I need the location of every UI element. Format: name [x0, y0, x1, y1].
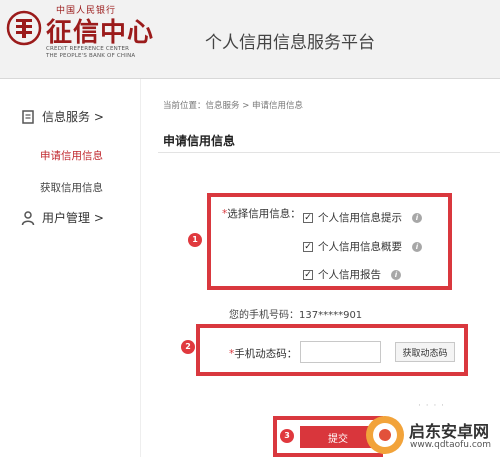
phone-number-row: 您的手机号码：137*****901: [229, 306, 362, 321]
option-label: 个人信用报告: [318, 269, 381, 281]
document-icon: [22, 109, 34, 124]
option-label: 个人信用信息提示: [318, 212, 402, 224]
phone-value: 137*****901: [299, 310, 363, 321]
logo-title: 征信中心: [46, 18, 155, 48]
option-credit-tip[interactable]: ✓ 个人信用信息提示 i: [303, 210, 422, 225]
code-label-text: 手机动态码：: [234, 348, 298, 360]
loading-dots: · · · ·: [418, 401, 446, 411]
sidebar: 信息服务 > 申请信用信息 获取信用信息 用户管理 >: [0, 79, 140, 457]
dynamic-code-label: *手机动态码：: [229, 346, 297, 361]
sidebar-item-get-credit[interactable]: 获取信用信息: [40, 180, 103, 195]
site-header: 中国人民银行 征信中心 CREDIT REFERENCE CENTER THE …: [0, 0, 500, 79]
checkbox-credit-summary[interactable]: ✓: [303, 241, 313, 252]
info-icon[interactable]: i: [391, 269, 401, 280]
credit-center-emblem-icon: [6, 10, 42, 46]
option-credit-report[interactable]: ✓ 个人信用报告 i: [303, 267, 401, 282]
breadcrumb: 当前位置：信息服务 > 申请信用信息: [163, 101, 304, 111]
watermark-name: 启东安卓网: [409, 422, 490, 441]
sidebar-divider: [140, 79, 141, 457]
option-credit-summary[interactable]: ✓ 个人信用信息概要 i: [303, 239, 422, 254]
logo-english-line2: THE PEOPLE'S BANK OF CHINA: [46, 53, 136, 59]
site-title: 个人信用信息服务平台: [205, 33, 375, 53]
checkbox-credit-tip[interactable]: ✓: [303, 212, 313, 223]
sidebar-item-label: 用户管理 >: [42, 211, 104, 225]
user-icon: [21, 210, 35, 225]
step-badge-3: 3: [280, 429, 294, 443]
info-icon[interactable]: i: [412, 241, 422, 252]
page-title: 申请信用信息: [163, 134, 236, 148]
step-badge-2: 2: [181, 340, 195, 354]
get-code-button[interactable]: 获取动态码: [395, 342, 455, 362]
checkbox-credit-report[interactable]: ✓: [303, 269, 313, 280]
select-credit-info-label: *选择信用信息：: [222, 206, 301, 221]
info-icon[interactable]: i: [412, 212, 422, 223]
sidebar-item-label: 信息服务 >: [42, 110, 104, 124]
dynamic-code-input[interactable]: [300, 341, 381, 363]
option-label: 个人信用信息概要: [318, 241, 402, 253]
phone-label: 您的手机号码：: [229, 310, 299, 321]
step-badge-1: 1: [188, 233, 202, 247]
watermark-url: www.qdtaofu.com: [410, 440, 492, 450]
sidebar-item-user-manage[interactable]: 用户管理 >: [20, 209, 104, 226]
heading-divider: [158, 152, 500, 153]
sidebar-item-info-service[interactable]: 信息服务 >: [20, 108, 104, 125]
select-label-text: 选择信用信息：: [227, 208, 301, 220]
sidebar-item-apply-credit[interactable]: 申请信用信息: [40, 148, 103, 163]
logo-english-line1: CREDIT REFERENCE CENTER: [46, 46, 130, 52]
